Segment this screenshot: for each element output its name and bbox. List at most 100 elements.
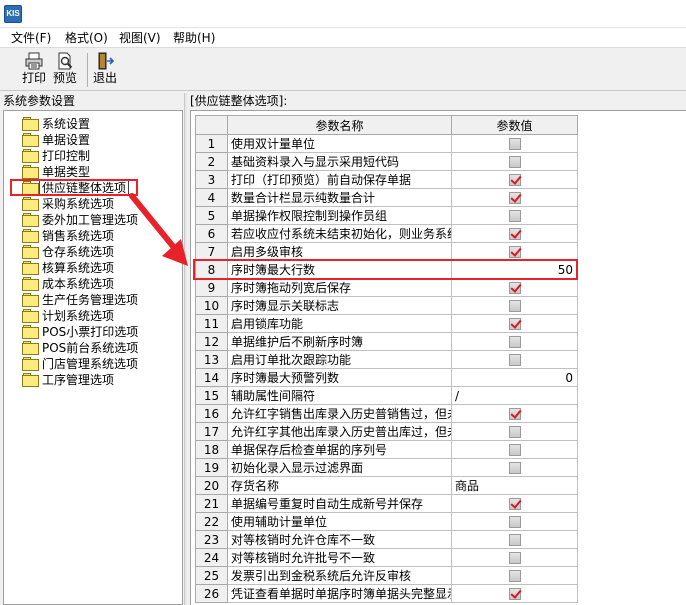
table-row[interactable]: 5 单据操作权限控制到操作员组 (195, 206, 578, 225)
table-row[interactable]: 20 存货名称 商品 (195, 476, 578, 495)
checkbox-unchecked[interactable] (508, 461, 521, 474)
checkbox-checked[interactable] (508, 227, 521, 240)
table-row[interactable]: 23 对等核销时允许仓库不一致 (195, 530, 578, 549)
table-row[interactable]: 16 允许红字销售出库录入历史普销售过，但未 (195, 404, 578, 423)
tree-item-process-options[interactable]: 工序管理选项 (22, 372, 114, 388)
exit-button[interactable]: 退出 (91, 51, 119, 89)
checkbox-unchecked[interactable] (508, 335, 521, 348)
preview-button[interactable]: 预览 (51, 51, 79, 89)
checkbox-unchecked[interactable] (508, 533, 521, 546)
table-row[interactable]: 12 单据维护后不刷新序时簿 (195, 332, 578, 351)
checkbox-unchecked[interactable] (508, 299, 521, 312)
print-button[interactable]: 打印 (20, 51, 48, 89)
table-row[interactable]: 6 若应收应付系统未结束初始化，则业务系统 (195, 224, 578, 243)
checkbox-unchecked[interactable] (508, 569, 521, 582)
tree-item-pos-receipt-options[interactable]: POS小票打印选项 (22, 324, 138, 340)
parameter-value[interactable] (451, 242, 578, 261)
checkbox-unchecked[interactable] (508, 137, 521, 150)
tree-item-system-settings[interactable]: 系统设置 (22, 116, 90, 132)
parameter-value[interactable]: 50 (451, 260, 578, 279)
table-row[interactable]: 19 初始化录入显示过滤界面 (195, 458, 578, 477)
checkbox-checked[interactable] (508, 497, 521, 510)
table-row[interactable]: 22 使用辅助计量单位 (195, 512, 578, 531)
parameter-value[interactable] (451, 134, 578, 153)
checkbox-unchecked[interactable] (508, 515, 521, 528)
parameter-value[interactable] (451, 494, 578, 513)
table-row[interactable]: 15 辅助属性间隔符 / (195, 386, 578, 405)
checkbox-checked[interactable] (508, 407, 521, 420)
table-row[interactable]: 4 数量合计栏显示纯数量合计 (195, 188, 578, 207)
menu-format[interactable]: 格式(O) (62, 30, 111, 46)
table-row[interactable]: 8 序时簿最大行数 50 (195, 260, 578, 279)
parameter-value[interactable] (451, 206, 578, 225)
tree-item-planning-options[interactable]: 计划系统选项 (22, 308, 114, 324)
parameter-value[interactable] (451, 440, 578, 459)
table-row[interactable]: 11 启用锁库功能 (195, 314, 578, 333)
table-row[interactable]: 18 单据保存后检查单据的序列号 (195, 440, 578, 459)
table-row[interactable]: 25 发票引出到金税系统后允许反审核 (195, 566, 578, 585)
tree-item-document-types[interactable]: 单据类型 (22, 164, 90, 180)
menu-file[interactable]: 文件(F) (8, 30, 54, 46)
parameter-value[interactable] (451, 584, 578, 603)
table-row[interactable]: 1 使用双计量单位 (195, 134, 578, 153)
checkbox-checked[interactable] (508, 173, 521, 186)
table-row[interactable]: 3 打印（打印预览）前自动保存单据 (195, 170, 578, 189)
table-row[interactable]: 9 序时簿拖动列宽后保存 (195, 278, 578, 297)
checkbox-checked[interactable] (508, 191, 521, 204)
table-row[interactable]: 7 启用多级审核 (195, 242, 578, 261)
table-row[interactable]: 14 序时簿最大预警列数 0 (195, 368, 578, 387)
parameter-value-header[interactable]: 参数值 (451, 115, 578, 135)
checkbox-checked[interactable] (508, 587, 521, 600)
checkbox-unchecked[interactable] (508, 425, 521, 438)
parameter-value[interactable] (451, 422, 578, 441)
parameter-value[interactable] (451, 188, 578, 207)
parameter-value[interactable]: 商品 (451, 476, 578, 495)
tree-item-cost-options[interactable]: 成本系统选项 (22, 276, 114, 292)
tree-item-production-options[interactable]: 生产任务管理选项 (22, 292, 138, 308)
parameter-value[interactable] (451, 566, 578, 585)
tree-item-purchase-options[interactable]: 采购系统选项 (22, 196, 114, 212)
pane-splitter[interactable] (184, 93, 187, 605)
table-row[interactable]: 21 单据编号重复时自动生成新号并保存 (195, 494, 578, 513)
parameter-value[interactable]: 0 (451, 368, 578, 387)
parameter-value[interactable] (451, 512, 578, 531)
menu-help[interactable]: 帮助(H) (170, 30, 218, 46)
menu-view[interactable]: 视图(V) (116, 30, 164, 46)
parameter-value[interactable] (451, 170, 578, 189)
checkbox-checked[interactable] (508, 317, 521, 330)
tree-item-warehouse-options[interactable]: 仓存系统选项 (22, 244, 114, 260)
parameter-value[interactable] (451, 296, 578, 315)
checkbox-unchecked[interactable] (508, 443, 521, 456)
table-row[interactable]: 10 序时簿显示关联标志 (195, 296, 578, 315)
tree-item-document-settings[interactable]: 单据设置 (22, 132, 90, 148)
table-row[interactable]: 17 允许红字其他出库录入历史普出库过，但未 (195, 422, 578, 441)
parameter-value[interactable] (451, 404, 578, 423)
checkbox-unchecked[interactable] (508, 209, 521, 222)
parameter-name-header[interactable]: 参数名称 (227, 115, 452, 135)
checkbox-checked[interactable] (508, 281, 521, 294)
table-row[interactable]: 26 凭证查看单据时单据序时簿单据头完整显示 (195, 584, 578, 603)
checkbox-checked[interactable] (508, 245, 521, 258)
tree-item-print-control[interactable]: 打印控制 (22, 148, 90, 164)
parameter-value[interactable] (451, 314, 578, 333)
parameter-value[interactable] (451, 278, 578, 297)
parameter-value[interactable] (451, 458, 578, 477)
checkbox-unchecked[interactable] (508, 353, 521, 366)
checkbox-unchecked[interactable] (508, 155, 521, 168)
tree-item-sales-options[interactable]: 销售系统选项 (22, 228, 114, 244)
parameter-value[interactable] (451, 224, 578, 243)
table-row[interactable]: 2 基础资料录入与显示采用短代码 (195, 152, 578, 171)
tree-item-store-options[interactable]: 门店管理系统选项 (22, 356, 138, 372)
parameter-value[interactable] (451, 548, 578, 567)
checkbox-unchecked[interactable] (508, 551, 521, 564)
parameter-value[interactable] (451, 530, 578, 549)
table-row[interactable]: 13 启用订单批次跟踪功能 (195, 350, 578, 369)
parameter-value[interactable] (451, 332, 578, 351)
tree-item-supply-chain-options[interactable]: 供应链整体选项 (22, 180, 130, 196)
tree-item-pos-frontend-options[interactable]: POS前台系统选项 (22, 340, 138, 356)
parameter-value[interactable] (451, 350, 578, 369)
tree-item-outsourcing-options[interactable]: 委外加工管理选项 (22, 212, 138, 228)
table-row[interactable]: 24 对等核销时允许批号不一致 (195, 548, 578, 567)
tree-item-accounting-options[interactable]: 核算系统选项 (22, 260, 114, 276)
parameter-value[interactable] (451, 152, 578, 171)
